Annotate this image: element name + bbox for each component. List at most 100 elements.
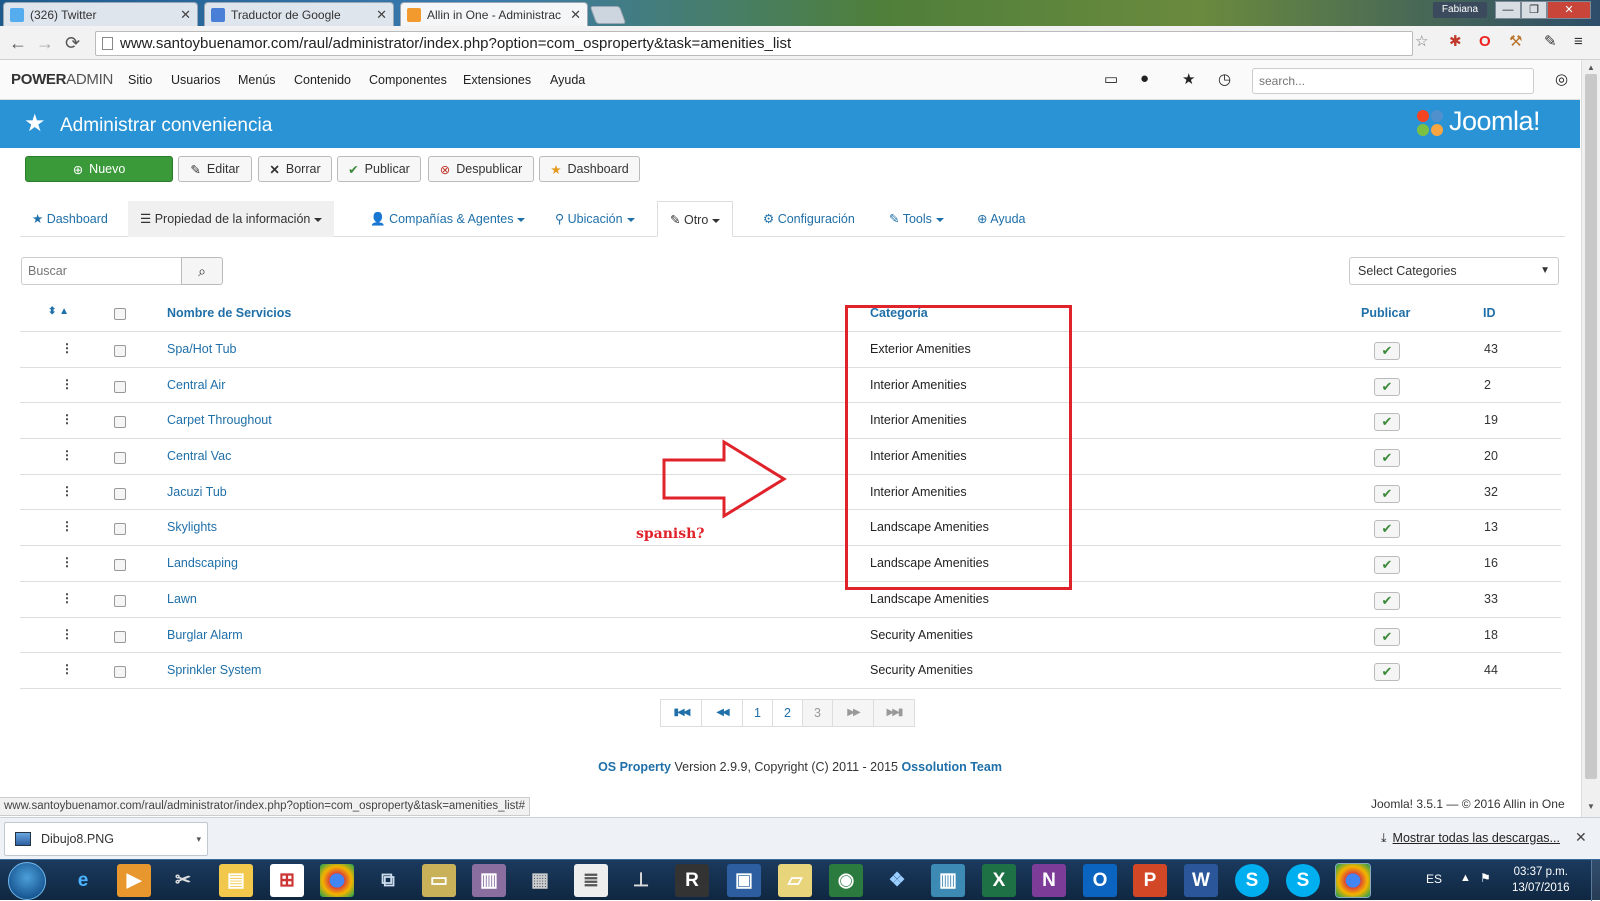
close-tab-icon[interactable]: ✕: [570, 7, 581, 23]
row-checkbox[interactable]: [114, 594, 126, 607]
winrar-icon[interactable]: ▥: [472, 864, 506, 897]
published-toggle[interactable]: ✔: [1374, 484, 1400, 503]
subnav-tools[interactable]: ✎ Tools: [877, 201, 956, 237]
subnav-ubicacion[interactable]: ⚲ Ubicación: [543, 201, 647, 237]
internet-explorer-icon[interactable]: e: [66, 864, 100, 897]
maximize-button[interactable]: ❐: [1521, 1, 1547, 19]
server-icon[interactable]: ▦: [523, 864, 557, 897]
folder-icon[interactable]: ▱: [778, 864, 812, 897]
page-scrollbar[interactable]: ▲ ▼: [1581, 60, 1600, 817]
extension-hammer-icon[interactable]: ⚒: [1509, 33, 1522, 51]
language-indicator[interactable]: ES: [1426, 872, 1442, 886]
drag-handle-icon[interactable]: ⋮: [61, 519, 73, 533]
amenity-name-link[interactable]: Central Air: [167, 378, 225, 392]
published-toggle[interactable]: ✔: [1374, 627, 1400, 646]
menu-componentes[interactable]: Componentes: [369, 73, 447, 87]
published-toggle[interactable]: ✔: [1374, 663, 1400, 682]
reload-icon[interactable]: ⟳: [65, 33, 80, 53]
row-checkbox[interactable]: [114, 630, 126, 643]
subnav-companias[interactable]: 👤 Compañías & Agentes: [358, 201, 537, 237]
remote-desktop-icon[interactable]: ▣: [727, 864, 761, 897]
amenity-name-link[interactable]: Burglar Alarm: [167, 628, 243, 642]
bookmark-star-icon[interactable]: ☆: [1415, 33, 1428, 51]
close-window-button[interactable]: ✕: [1547, 1, 1591, 19]
amenity-name-link[interactable]: Carpet Throughout: [167, 413, 272, 427]
browser-tab-translate[interactable]: Traductor de Google ✕: [204, 2, 394, 26]
menu-extensiones[interactable]: Extensiones: [463, 73, 531, 87]
powerpoint-icon[interactable]: P: [1133, 864, 1167, 897]
chrome-icon[interactable]: [320, 864, 354, 897]
menu-usuarios[interactable]: Usuarios: [171, 73, 220, 87]
page-link[interactable]: 1: [742, 699, 773, 727]
delete-button[interactable]: ✕ Borrar: [258, 156, 332, 182]
published-toggle[interactable]: ✔: [1374, 377, 1400, 396]
subnav-dashboard[interactable]: ★ Dashboard: [20, 201, 120, 237]
amenity-name-link[interactable]: Skylights: [167, 520, 217, 534]
user-icon[interactable]: ●: [1140, 70, 1149, 87]
pen-extension-icon[interactable]: ✎: [1544, 33, 1557, 51]
chrome-active-icon[interactable]: [1335, 863, 1371, 898]
row-checkbox[interactable]: [114, 452, 126, 465]
row-checkbox[interactable]: [114, 559, 126, 572]
onenote-icon[interactable]: N: [1032, 864, 1066, 897]
unpublish-button[interactable]: ⊗ Despublicar: [428, 156, 534, 182]
amenity-name-link[interactable]: Landscaping: [167, 556, 238, 570]
row-checkbox[interactable]: [114, 416, 126, 429]
subnav-propiedad[interactable]: ☰ Propiedad de la información: [128, 201, 335, 237]
url-input[interactable]: www.santoybuenamor.com/raul/administrato…: [95, 31, 1413, 56]
drag-handle-icon[interactable]: ⋮: [61, 662, 73, 676]
drag-handle-icon[interactable]: ⋮: [61, 627, 73, 641]
skype-icon-2[interactable]: S: [1286, 864, 1320, 897]
show-all-downloads-link[interactable]: ⤓ Mostrar todas las descargas...: [1381, 831, 1560, 846]
published-toggle[interactable]: ✔: [1374, 556, 1400, 575]
amenity-name-link[interactable]: Lawn: [167, 592, 197, 606]
scroll-down-icon[interactable]: ▼: [1587, 802, 1595, 811]
start-button[interactable]: [8, 862, 46, 900]
star-icon[interactable]: ★: [1182, 70, 1195, 88]
dashboard-button[interactable]: ★ Dashboard: [539, 156, 640, 182]
published-toggle[interactable]: ✔: [1374, 449, 1400, 468]
published-toggle[interactable]: ✔: [1374, 520, 1400, 539]
drag-handle-icon[interactable]: ⋮: [61, 484, 73, 498]
snipping-tool-icon[interactable]: ✂: [166, 864, 200, 897]
drag-handle-icon[interactable]: ⋮: [61, 412, 73, 426]
edit-button[interactable]: ✎ Editar: [178, 156, 252, 182]
opera-icon[interactable]: O: [1479, 33, 1491, 51]
menu-ayuda[interactable]: Ayuda: [550, 73, 585, 87]
extension-bug-icon[interactable]: ✱: [1449, 33, 1462, 51]
drag-handle-icon[interactable]: ⋮: [61, 448, 73, 462]
notepad-icon[interactable]: ≣: [574, 864, 608, 897]
show-desktop-button[interactable]: [1591, 860, 1600, 901]
r-studio-icon[interactable]: R: [675, 864, 709, 897]
close-tab-icon[interactable]: ✕: [376, 7, 387, 23]
admin-search-input[interactable]: [1252, 68, 1534, 94]
forward-icon[interactable]: →: [36, 33, 54, 53]
menu-contenido[interactable]: Contenido: [294, 73, 351, 87]
amenity-name-link[interactable]: Jacuzi Tub: [167, 485, 227, 499]
row-checkbox[interactable]: [114, 380, 126, 393]
outlook-icon[interactable]: O: [1083, 864, 1117, 897]
monitor-icon[interactable]: ▭: [1104, 70, 1118, 88]
skype-icon[interactable]: S: [1235, 864, 1269, 897]
network-share-icon[interactable]: ❖: [880, 864, 914, 897]
minimize-button[interactable]: —: [1495, 1, 1521, 19]
scroll-up-icon[interactable]: ▲: [1587, 63, 1595, 72]
credits-team-link[interactable]: Ossolution Team: [901, 760, 1001, 774]
row-checkbox[interactable]: [114, 523, 126, 536]
page-link[interactable]: 2: [772, 699, 803, 727]
published-toggle[interactable]: ✔: [1374, 413, 1400, 432]
browser-tab-admin[interactable]: Allin in One - Administrac ✕: [400, 2, 588, 26]
subnav-ayuda[interactable]: ⊕ Ayuda: [965, 201, 1038, 237]
credits-product-link[interactable]: OS Property: [598, 760, 671, 774]
drag-handle-icon[interactable]: ⋮: [61, 591, 73, 605]
word-icon[interactable]: W: [1184, 864, 1218, 897]
row-checkbox[interactable]: [114, 345, 126, 357]
menu-menus[interactable]: Menús: [238, 73, 276, 87]
apps-grid-icon[interactable]: ⊞: [270, 864, 304, 897]
close-tab-icon[interactable]: ✕: [180, 7, 191, 23]
excel-icon[interactable]: X: [982, 864, 1016, 897]
row-checkbox[interactable]: [114, 666, 126, 679]
file-explorer-icon[interactable]: ▤: [219, 864, 253, 897]
eye-app-icon[interactable]: ◉: [829, 864, 863, 897]
download-item[interactable]: Dibujo8.PNG ▾: [4, 822, 208, 856]
